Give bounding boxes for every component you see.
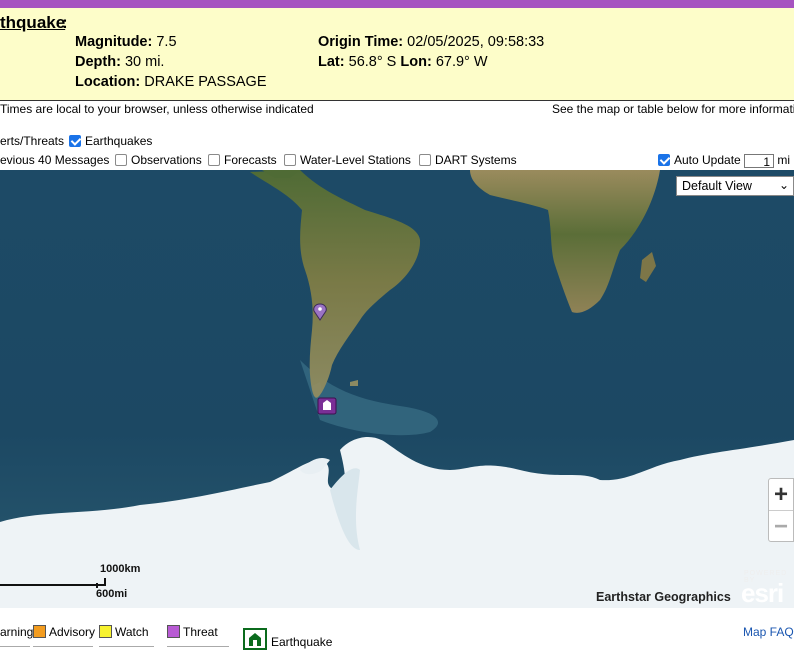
legend-advisory: Advisory	[33, 625, 95, 639]
earthquakes-toggle[interactable]: Earthquakes	[69, 134, 152, 148]
auto-update-toggle[interactable]: Auto Update 1 mi	[658, 153, 791, 169]
map-view[interactable]	[0, 170, 794, 608]
location-row: Location: DRAKE PASSAGE	[75, 74, 267, 90]
map-canvas	[0, 170, 794, 608]
depth-value: 30 mi.	[124, 54, 165, 70]
magnitude-value: 7.5	[156, 34, 177, 50]
legend-warning-label: arning	[0, 625, 34, 639]
scale-bar-mi	[0, 583, 98, 588]
observations-toggle[interactable]: Observations	[115, 153, 202, 167]
water-level-checkbox[interactable]	[284, 154, 296, 166]
depth-row: Depth: 30 mi.	[75, 54, 164, 70]
legend-warning: arning	[0, 625, 33, 639]
observations-label: Observations	[131, 153, 202, 167]
earthquakes-label: Earthquakes	[85, 134, 153, 148]
depth-label: Depth:	[75, 54, 121, 70]
previous-messages-link[interactable]: evious 40 Messages	[0, 153, 109, 167]
map-attribution: Earthstar Geographics	[596, 590, 731, 604]
legend-threat-label: Threat	[183, 625, 218, 639]
watch-swatch	[99, 625, 112, 638]
legend-watch-label: Watch	[115, 625, 149, 639]
dart-toggle[interactable]: DART Systems	[419, 153, 517, 167]
scale-km-label: 1000km	[100, 563, 141, 575]
map-legend: arning Advisory Watch Threat Earthquake	[0, 608, 794, 650]
lat-label: Lat:	[318, 54, 345, 70]
map-faq-link[interactable]: Map FAQ	[743, 625, 794, 639]
zoom-control: + −	[768, 478, 794, 542]
layer-row-1: erts/Threats Earthquakes	[0, 133, 794, 151]
observations-checkbox[interactable]	[115, 154, 127, 166]
threat-swatch	[167, 625, 180, 638]
forecasts-checkbox[interactable]	[208, 154, 220, 166]
legend-divider	[0, 646, 30, 647]
lon-value: 67.9° W	[435, 54, 488, 70]
water-level-toggle[interactable]: Water-Level Stations	[284, 153, 411, 167]
zoom-out-button[interactable]: −	[769, 510, 793, 542]
earthquake-marker[interactable]	[317, 397, 337, 415]
advisory-swatch	[33, 625, 46, 638]
auto-update-label: Auto Update	[674, 153, 741, 167]
legend-earthquake-label: Earthquake	[271, 635, 333, 649]
chevron-down-icon: ⌄	[778, 178, 789, 192]
forecasts-label: Forecasts	[224, 153, 277, 167]
esri-logo[interactable]: esri	[741, 578, 784, 609]
legend-threat: Threat	[167, 625, 218, 639]
dart-checkbox[interactable]	[419, 154, 431, 166]
more-info-note: See the map or table below for more info…	[552, 102, 794, 116]
zoom-in-button[interactable]: +	[769, 479, 793, 510]
legend-divider	[99, 646, 154, 647]
threat-color-bar	[0, 0, 794, 8]
coordinates-row: Lat: 56.8° S Lon: 67.9° W	[318, 54, 488, 70]
lon-label: Lon:	[400, 54, 432, 70]
scale-mi-label: 600mi	[96, 588, 128, 600]
legend-advisory-label: Advisory	[49, 625, 96, 639]
origin-time-label: Origin Time:	[318, 34, 404, 50]
water-level-label: Water-Level Stations	[300, 153, 411, 167]
origin-time-value: 02/05/2025, 09:58:33	[407, 34, 545, 50]
view-select[interactable]: Default View ⌄	[676, 176, 794, 196]
event-title-colon: :	[62, 13, 68, 32]
origin-time-row: Origin Time: 02/05/2025, 09:58:33	[318, 34, 544, 50]
auto-update-checkbox[interactable]	[658, 154, 670, 166]
dart-label: DART Systems	[435, 153, 517, 167]
legend-divider	[33, 646, 93, 647]
legend-watch: Watch	[99, 625, 149, 639]
magnitude-label: Magnitude:	[75, 34, 153, 50]
location-label: Location:	[75, 74, 141, 90]
alerts-threats-label: erts/Threats	[0, 134, 65, 148]
auto-update-unit: mi	[777, 153, 791, 167]
magnitude-row: Magnitude: 7.5	[75, 34, 177, 50]
lat-value: 56.8° S	[348, 54, 397, 70]
forecasts-toggle[interactable]: Forecasts	[208, 153, 277, 167]
timezone-note: Times are local to your browser, unless …	[0, 102, 314, 116]
earthquake-legend-icon	[243, 628, 267, 650]
location-value: DRAKE PASSAGE	[144, 74, 267, 90]
info-bar: Times are local to your browser, unless …	[0, 100, 794, 118]
auto-update-interval-input[interactable]: 1	[744, 154, 775, 169]
event-title: thquake	[0, 13, 66, 32]
earthquakes-checkbox[interactable]	[69, 135, 81, 147]
layer-row-2: evious 40 Messages Observations Forecast…	[0, 152, 794, 170]
view-select-value: Default View	[682, 179, 752, 193]
earthquake-info-panel: thquake : Magnitude: 7.5 Depth: 30 mi. L…	[0, 8, 794, 101]
legend-divider	[167, 646, 229, 647]
